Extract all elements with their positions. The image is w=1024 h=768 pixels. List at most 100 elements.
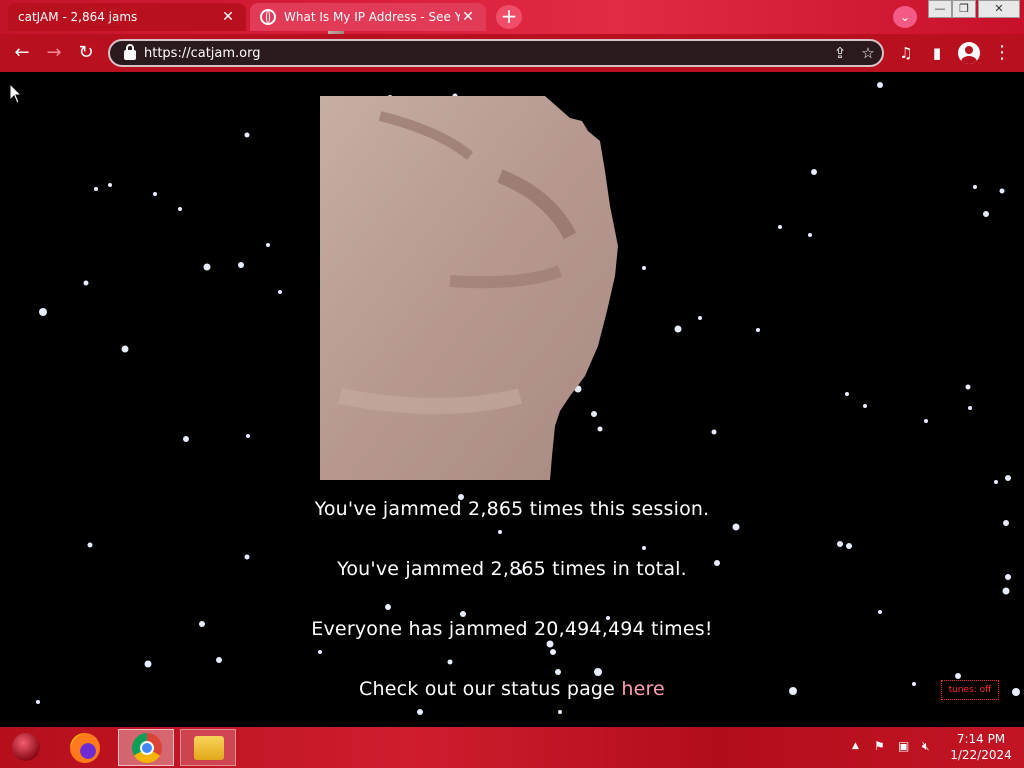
star-dot (550, 649, 556, 655)
status-page-text: Check out our status page (359, 678, 616, 700)
clock-date: 1/22/2024 (950, 748, 1012, 762)
tunes-toggle-button[interactable]: tunes: off (941, 680, 999, 700)
star-dot (555, 669, 561, 675)
profile-avatar-icon[interactable] (958, 42, 980, 64)
tab-close-icon[interactable]: ✕ (220, 9, 236, 25)
window-restore-button[interactable]: ❐ (952, 0, 976, 18)
star-dot (756, 328, 760, 332)
star-dot (244, 132, 250, 138)
star-dot (983, 211, 989, 217)
star-dot (246, 434, 250, 438)
star-dot (1005, 475, 1011, 481)
catjam-image (320, 96, 618, 480)
session-jam-count: You've jammed 2,865 times this session. (314, 498, 710, 520)
star-dot (385, 604, 391, 610)
start-orb-icon (12, 733, 40, 761)
start-button[interactable] (0, 729, 52, 766)
star-dot (178, 207, 182, 211)
tab-catjam[interactable]: catJAM - 2,864 jams ✕ (8, 3, 344, 43)
star-dot (973, 185, 977, 189)
tab-ip-address[interactable]: What Is My IP Address - See Your ✕ (250, 3, 486, 31)
star-dot (878, 610, 882, 614)
star-dot (994, 480, 998, 484)
taskbar-chrome[interactable] (118, 729, 174, 766)
star-dot (36, 700, 40, 704)
star-dot (877, 82, 883, 88)
total-jam-count: You've jammed 2,865 times in total. (337, 558, 687, 580)
star-dot (698, 316, 702, 320)
star-dot (94, 187, 98, 191)
star-dot (594, 668, 602, 676)
globe-icon (260, 9, 276, 25)
star-dot (732, 523, 740, 531)
star-dot (845, 392, 849, 396)
window-minimize-button[interactable]: — (928, 0, 952, 18)
tab-title: catJAM - 2,864 jams (18, 10, 138, 24)
star-dot (808, 233, 812, 237)
star-dot (498, 530, 502, 534)
mouse-cursor-icon (10, 84, 22, 104)
star-dot (846, 543, 852, 549)
back-arrow-icon[interactable]: ← (10, 41, 34, 65)
star-dot (811, 169, 817, 175)
star-dot (863, 404, 867, 408)
browser-toolbar: ← → ↻ https://catjam.org ⇪ ☆ ♫ ▮ ⋮ (0, 34, 1024, 73)
reload-icon[interactable]: ↻ (74, 41, 98, 65)
star-dot (144, 660, 152, 668)
global-jam-count: Everyone has jammed 20,494,494 times! (311, 618, 713, 640)
star-dot (121, 345, 129, 353)
star-dot (1002, 587, 1010, 595)
tab-close-icon[interactable]: ✕ (460, 9, 476, 25)
star-dot (924, 419, 928, 423)
star-dot (711, 429, 717, 435)
star-dot (83, 280, 89, 286)
address-bar[interactable]: https://catjam.org ⇪ ☆ (108, 39, 884, 67)
star-dot (183, 436, 189, 442)
firefox-icon (70, 733, 100, 763)
star-dot (87, 542, 93, 548)
menu-kebab-icon[interactable]: ⋮ (990, 41, 1014, 65)
star-dot (778, 225, 782, 229)
url-text[interactable]: https://catjam.org (144, 46, 826, 61)
media-controls-icon[interactable]: ♫ (894, 41, 918, 65)
chrome-icon (132, 733, 162, 763)
show-hidden-icons-icon[interactable]: ▲ (852, 741, 859, 751)
star-dot (238, 262, 244, 268)
network-icon[interactable]: ▣ (898, 739, 909, 753)
new-tab-button[interactable]: + (496, 5, 522, 29)
star-dot (216, 657, 222, 663)
action-center-flag-icon[interactable]: ⚑ (874, 739, 885, 753)
status-page-link[interactable]: here (621, 678, 665, 700)
star-dot (318, 650, 322, 654)
taskbar-firefox[interactable] (58, 729, 114, 766)
clock-time: 7:14 PM (956, 732, 1006, 746)
tab-title: What Is My IP Address - See Your (284, 10, 460, 24)
star-dot (278, 290, 282, 294)
volume-muted-icon[interactable]: 🔇︎ (922, 739, 930, 754)
star-dot (108, 183, 112, 187)
star-dot (417, 709, 423, 715)
star-dot (968, 406, 972, 410)
star-dot (837, 541, 843, 547)
star-dot (153, 192, 157, 196)
tab-search-chevron-icon[interactable]: ⌄ (893, 6, 917, 28)
star-dot (558, 710, 562, 714)
star-dot (39, 308, 47, 316)
star-dot (999, 188, 1005, 194)
lock-icon[interactable] (124, 44, 136, 60)
star-dot (203, 263, 211, 271)
star-dot (546, 640, 554, 648)
forward-arrow-icon[interactable]: → (42, 41, 66, 65)
catjam-page: You've jammed 2,865 times this session. … (0, 72, 1024, 727)
tab-strip: catJAM - 2,864 jams ✕ What Is My IP Addr… (0, 0, 1024, 43)
side-panel-icon[interactable]: ▮ (925, 41, 949, 65)
star-dot (674, 325, 682, 333)
share-icon[interactable]: ⇪ (826, 44, 854, 62)
bookmark-star-icon[interactable]: ☆ (854, 44, 882, 62)
window-close-button[interactable]: ✕ (978, 0, 1020, 18)
taskbar-file-explorer[interactable] (180, 729, 236, 766)
star-dot (965, 384, 971, 390)
star-dot (642, 546, 646, 550)
system-clock[interactable]: 7:14 PM 1/22/2024 (944, 731, 1018, 763)
folder-icon (194, 736, 224, 760)
